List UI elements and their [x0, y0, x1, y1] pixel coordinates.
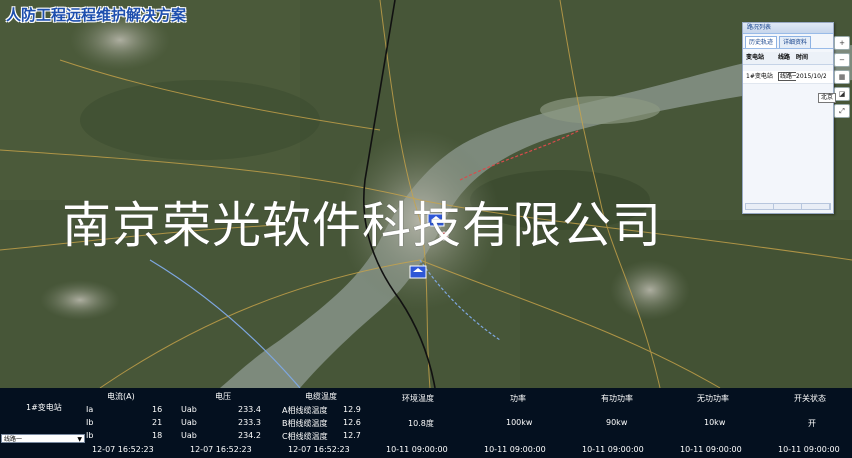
voltage-label: Uab — [181, 405, 197, 414]
tab-details[interactable]: 详细资料 — [779, 36, 812, 48]
reactive-power-value: 10kw — [704, 418, 726, 427]
power-value: 100kw — [506, 418, 533, 427]
fullscreen-icon[interactable]: ⤢ — [834, 104, 850, 118]
satellite-layer-icon[interactable]: ◪ — [834, 87, 850, 101]
current-label: Ib — [86, 418, 94, 427]
switch-timestamp: 10-11 09:00:00 — [778, 445, 840, 454]
river-island — [540, 96, 660, 124]
voltage-label: Uab — [181, 431, 197, 440]
reactive-power-timestamp: 10-11 09:00:00 — [680, 445, 742, 454]
grid-header: 变电站 线路 时间 — [743, 52, 833, 65]
tab-history-track[interactable]: 历史轨迹 — [745, 36, 778, 48]
route-list-panel[interactable]: 路况列表 历史轨迹 详细资料 变电站 线路 时间 1#变电站 线路一 2015/… — [742, 22, 834, 214]
map-layer-icon[interactable]: ▦ — [834, 70, 850, 84]
cable-label: C相线缆温度 — [282, 432, 328, 441]
table-row[interactable]: 1#变电站 线路一 2015/10/20 — [743, 71, 833, 84]
app-title: 人防工程远程维护解决方案 — [6, 6, 187, 24]
current-label: Ia — [86, 405, 94, 414]
current-value: 18 — [152, 431, 163, 440]
zoom-in-icon[interactable]: + — [834, 36, 850, 50]
current-value: 21 — [152, 418, 163, 427]
voltage-timestamp: 12-07 16:52:23 — [190, 445, 252, 454]
env-temp-header: 环境温度 — [402, 394, 434, 403]
city-tag[interactable]: 北京 — [818, 93, 837, 103]
env-temp-timestamp: 10-11 09:00:00 — [386, 445, 448, 454]
station-select-value: 线路一 — [4, 436, 23, 443]
stats-bar: 1#变电站 线路一 ▼ 电流(A) Ia 16 Ib 21 Ib 18 12-0… — [0, 388, 852, 458]
voltage-value: 233.4 — [238, 405, 261, 414]
chevron-down-icon: ▼ — [77, 436, 82, 443]
row-line-value[interactable]: 线路一 — [778, 72, 796, 81]
current-value: 16 — [152, 405, 163, 414]
power-header: 功率 — [510, 394, 526, 403]
row-line: 线路一 — [778, 71, 796, 83]
cable-value: 12.6 — [343, 418, 361, 427]
panel-title[interactable]: 路况列表 — [743, 23, 833, 34]
row-station: 1#变电站 — [746, 73, 773, 80]
cable-value: 12.7 — [343, 431, 361, 440]
panel-scrollbar[interactable] — [745, 203, 831, 210]
column-header-time[interactable]: 时间 — [796, 52, 826, 64]
substation-marker[interactable] — [409, 265, 427, 279]
power-timestamp: 10-11 09:00:00 — [484, 445, 546, 454]
env-temp-value: 10.8度 — [408, 419, 434, 428]
map-toolbar: + − ▦ ◪ ⤢ — [834, 36, 850, 121]
voltage-header: 电压 — [215, 392, 231, 401]
column-header-station[interactable]: 变电站 — [743, 52, 778, 64]
voltage-value: 233.3 — [238, 418, 261, 427]
row-time: 2015/10/20 — [796, 73, 826, 80]
cable-temp-header: 电缆温度 — [305, 392, 337, 401]
panel-tabs: 历史轨迹 详细资料 — [743, 34, 833, 49]
company-watermark: 南京荣光软件科技有限公司 — [62, 197, 663, 254]
voltage-value: 234.2 — [238, 431, 261, 440]
active-power-header: 有功功率 — [601, 394, 633, 403]
active-power-timestamp: 10-11 09:00:00 — [582, 445, 644, 454]
cable-label: A相线缆温度 — [282, 406, 328, 415]
current-header: 电流(A) — [107, 392, 135, 401]
station-select[interactable]: 线路一 ▼ — [1, 434, 85, 443]
station-name: 1#变电站 — [26, 403, 62, 412]
current-timestamp: 12-07 16:52:23 — [92, 445, 154, 454]
cable-value: 12.9 — [343, 405, 361, 414]
cable-timestamp: 12-07 16:52:23 — [288, 445, 350, 454]
city-area — [40, 280, 120, 320]
cable-label: B相线缆温度 — [282, 419, 328, 428]
zoom-out-icon[interactable]: − — [834, 53, 850, 67]
switch-state-value: 开 — [808, 419, 816, 428]
active-power-value: 90kw — [606, 418, 628, 427]
reactive-power-header: 无功功率 — [697, 394, 729, 403]
forest-area — [80, 80, 320, 160]
voltage-label: Uab — [181, 418, 197, 427]
switch-header: 开关状态 — [794, 394, 826, 403]
column-header-line[interactable]: 线路 — [778, 52, 796, 64]
current-label: Ib — [86, 431, 94, 440]
